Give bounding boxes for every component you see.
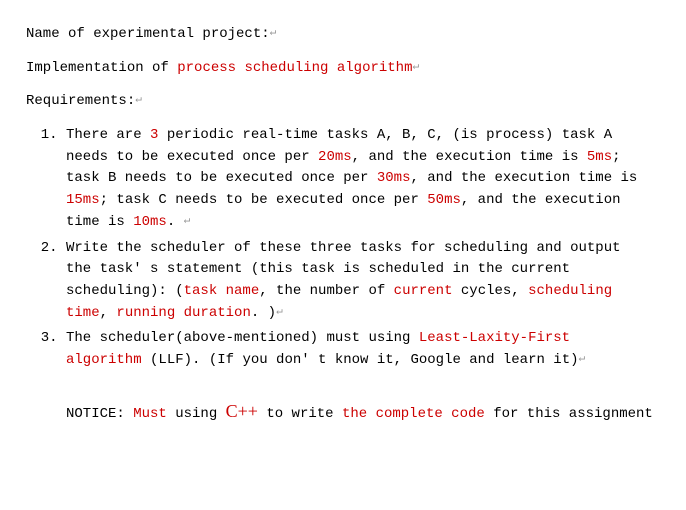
text-fragment: There are [66, 127, 150, 143]
text-fragment: 30ms [377, 170, 411, 186]
text-fragment: 10ms [133, 214, 167, 230]
project-name-label: Name of experimental project:↵ [26, 24, 660, 46]
text-fragment: , and the execution time is [410, 170, 637, 186]
notice-label: NOTICE: [66, 406, 133, 422]
notice-line: NOTICE: Must using C++ to write the comp… [26, 398, 660, 426]
text-fragment: . ) [251, 305, 276, 321]
text-fragment: 20ms [318, 149, 352, 165]
text-fragment: . [167, 214, 184, 230]
text-fragment: cycles, [452, 283, 528, 299]
text-fragment: the complete code [342, 406, 485, 422]
text-fragment: task name [184, 283, 260, 299]
requirements-list: There are 3 periodic real-time tasks A, … [26, 125, 660, 372]
text-fragment: (LLF). (If you don' t know it, Google an… [142, 352, 579, 368]
paragraph-mark-icon: ↵ [270, 27, 277, 39]
text-fragment: The scheduler(above-mentioned) must usin… [66, 330, 419, 346]
title-text: Name of experimental project: [26, 26, 270, 42]
text-fragment: for this assignment [485, 406, 653, 422]
text-fragment: 50ms [427, 192, 461, 208]
requirements-label: Requirements:↵ [26, 91, 660, 113]
text-fragment: ; task C needs to be executed once per [100, 192, 428, 208]
text-fragment: running duration [116, 305, 250, 321]
paragraph-mark-icon: ↵ [276, 305, 283, 317]
text-fragment: 15ms [66, 192, 100, 208]
list-item: Write the scheduler of these three tasks… [66, 238, 660, 325]
subtitle-highlight: process scheduling algorithm [177, 60, 412, 76]
text-fragment: using [167, 406, 226, 422]
text-fragment: , the number of [259, 283, 393, 299]
cpp-text: C++ [226, 401, 258, 421]
requirements-text: Requirements: [26, 93, 135, 109]
paragraph-mark-icon: ↵ [579, 353, 586, 365]
text-fragment: 5ms [587, 149, 612, 165]
project-subtitle: Implementation of process scheduling alg… [26, 58, 660, 80]
paragraph-mark-icon: ↵ [412, 60, 419, 72]
text-fragment: current [394, 283, 453, 299]
text-fragment: to write [258, 406, 342, 422]
text-fragment: Must [133, 406, 167, 422]
list-item: The scheduler(above-mentioned) must usin… [66, 328, 660, 371]
text-fragment: , and the execution time is [352, 149, 587, 165]
paragraph-mark-icon: ↵ [184, 215, 191, 227]
text-cursor-icon [653, 407, 654, 422]
subtitle-prefix: Implementation of [26, 60, 177, 76]
text-fragment: , [100, 305, 117, 321]
paragraph-mark-icon: ↵ [135, 94, 142, 106]
list-item: There are 3 periodic real-time tasks A, … [66, 125, 660, 233]
